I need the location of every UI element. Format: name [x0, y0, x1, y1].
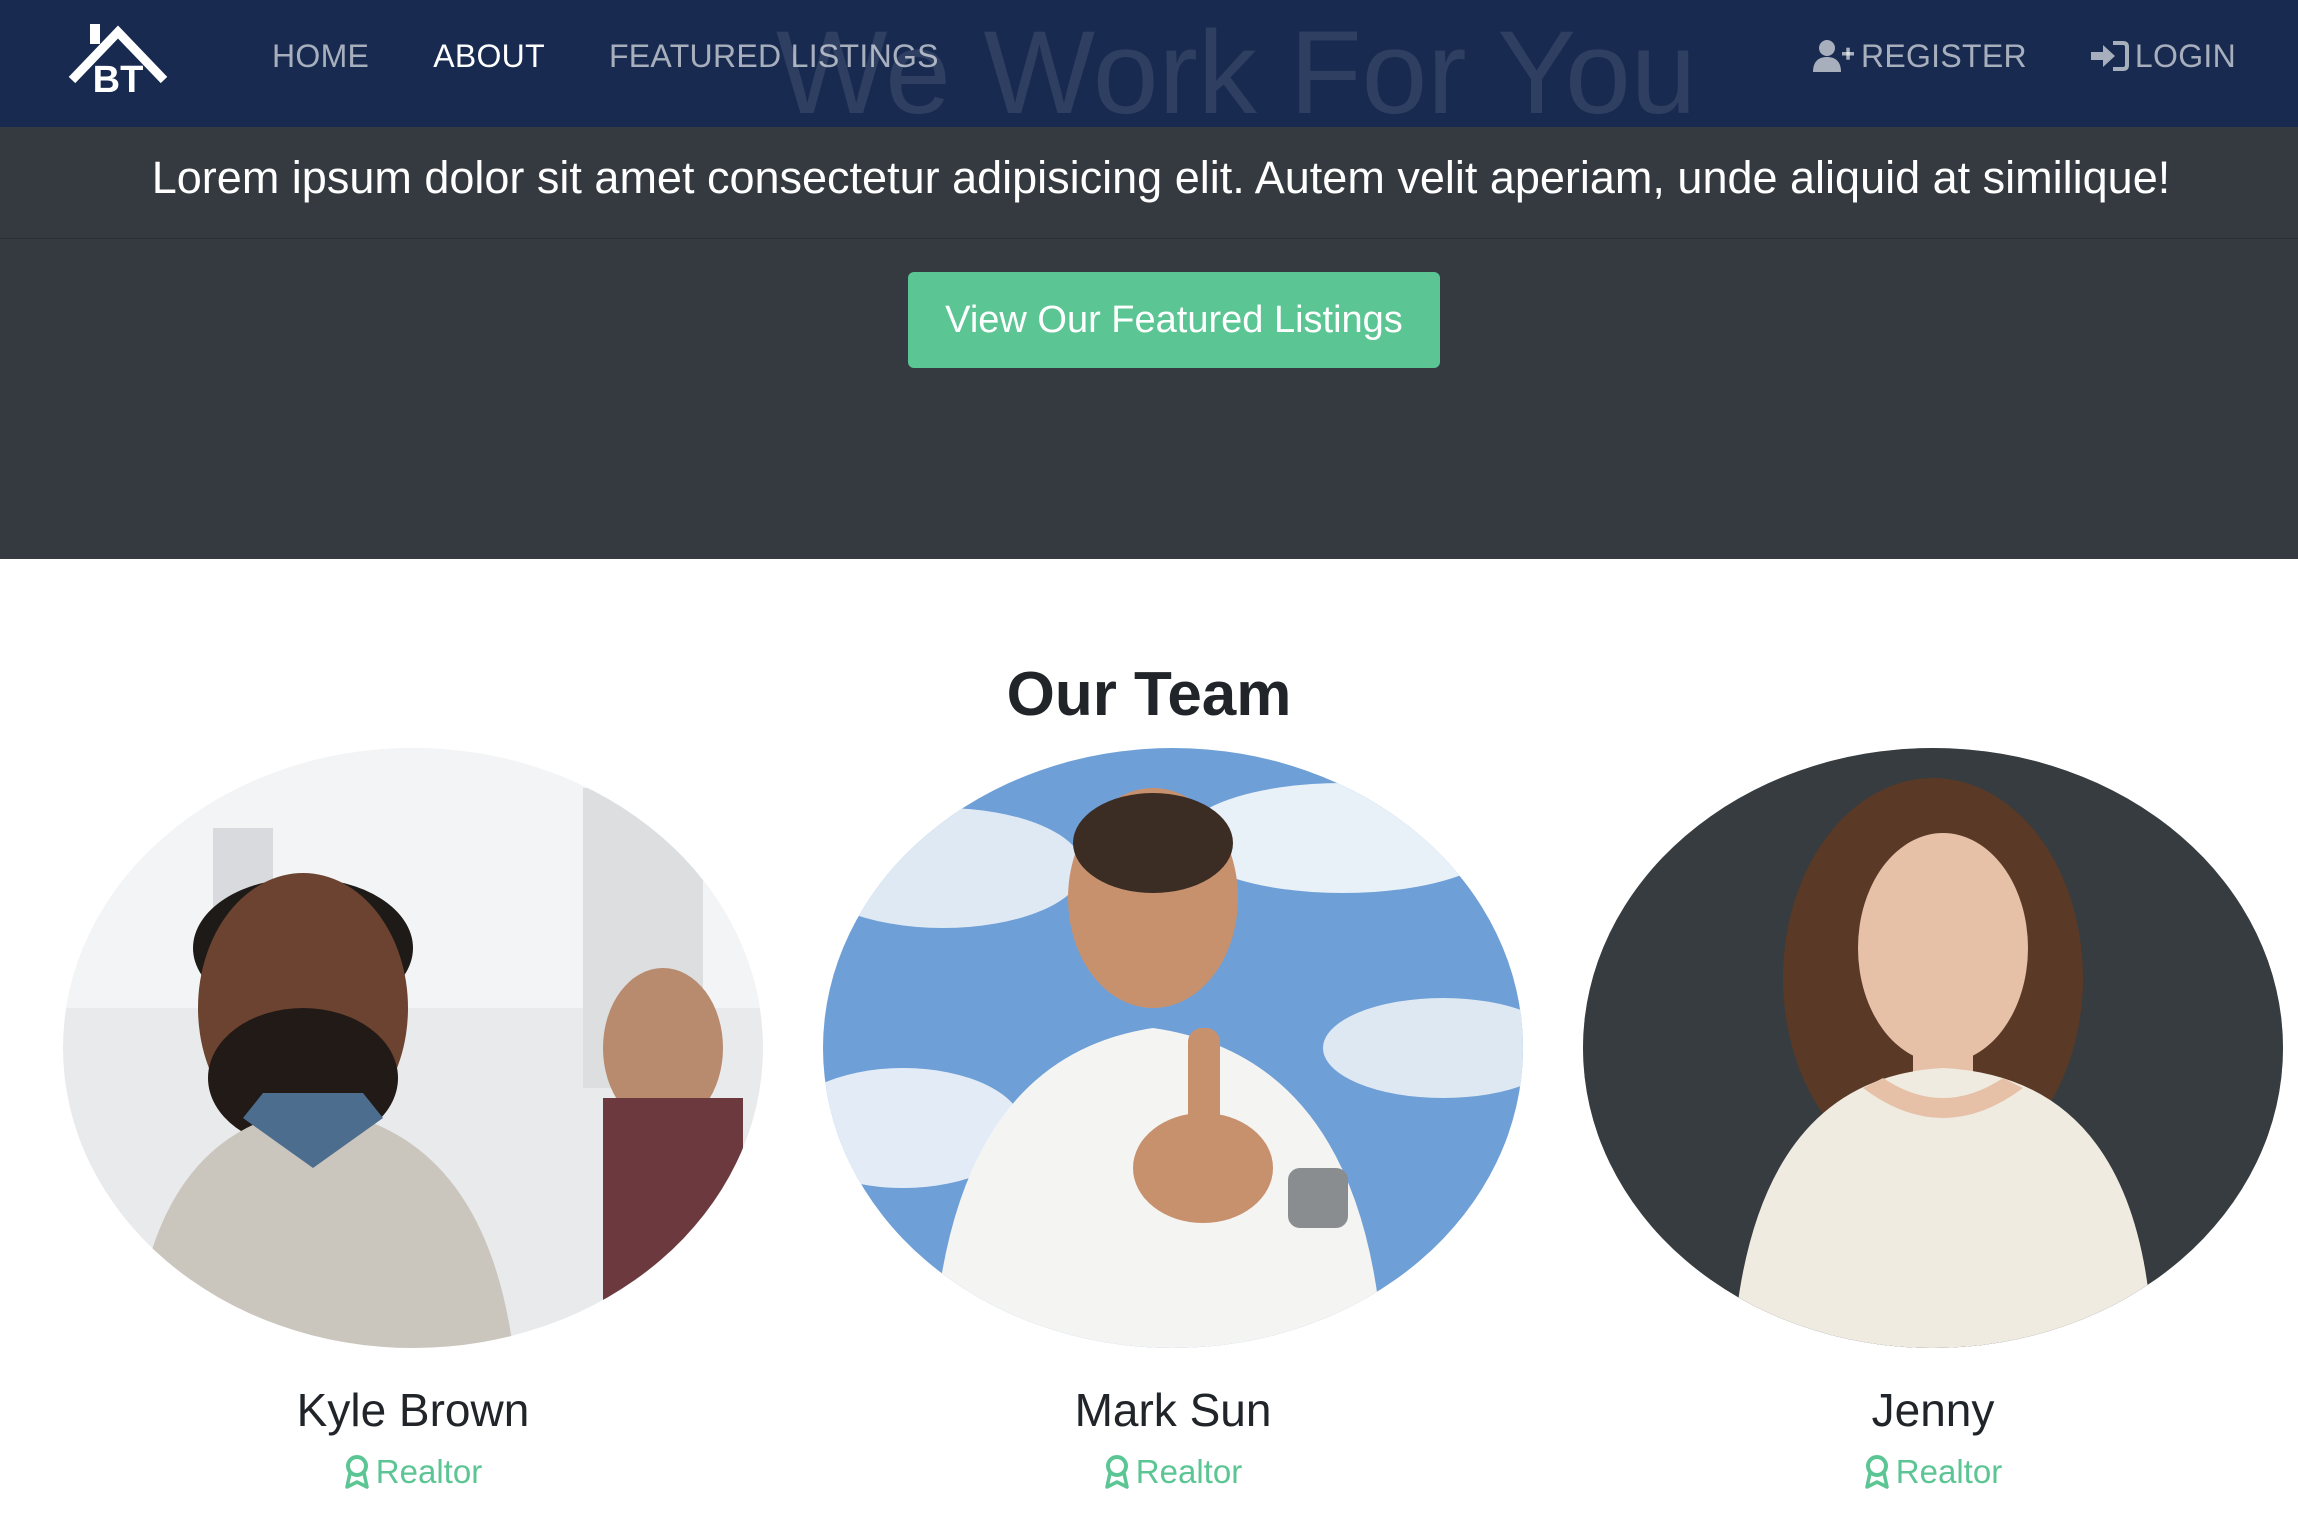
- view-featured-listings-button[interactable]: View Our Featured Listings: [908, 272, 1440, 368]
- member-name: Mark Sun: [1074, 1384, 1272, 1436]
- hero-lead-text: Lorem ipsum dolor sit amet consectetur a…: [151, 152, 2171, 203]
- member-photo: [63, 748, 763, 1348]
- login-link[interactable]: LOGIN: [2090, 36, 2236, 76]
- auth-nav: REGISTER LOGIN: [1812, 36, 2236, 76]
- team-heading: Our Team: [1006, 660, 1292, 729]
- svg-text:BT: BT: [93, 59, 144, 100]
- member-name: Kyle Brown: [296, 1384, 530, 1436]
- house-logo-icon: BT: [68, 24, 168, 100]
- member-role-label: Realtor: [375, 1453, 483, 1490]
- member-role: Realtor: [823, 1450, 1523, 1494]
- member-photo: [823, 748, 1523, 1348]
- member-role-label: Realtor: [1895, 1453, 2003, 1490]
- member-photo: [1583, 748, 2283, 1348]
- hero-lead-band: Lorem ipsum dolor sit amet consectetur a…: [0, 127, 2298, 239]
- sign-in-icon: [2090, 41, 2129, 71]
- brand-logo[interactable]: BT: [68, 10, 218, 100]
- portrait-image: [1583, 748, 2283, 1348]
- portrait-image: [63, 748, 763, 1348]
- navbar: We Work For You BT HOME ABOUT FEATURED L…: [0, 0, 2298, 127]
- login-label: LOGIN: [2134, 38, 2236, 74]
- member-name: Jenny: [1871, 1384, 1995, 1436]
- team-member-card: Mark Sun Realtor: [823, 748, 1523, 1494]
- main-nav: HOME ABOUT FEATURED LISTINGS: [272, 36, 939, 76]
- member-role: Realtor: [63, 1450, 763, 1494]
- member-role: Realtor: [1583, 1450, 2283, 1494]
- member-role-label: Realtor: [1135, 1453, 1243, 1490]
- award-icon: [1865, 1455, 1889, 1489]
- team-member-card: Kyle Brown Realtor: [63, 748, 763, 1494]
- portrait-image: [823, 748, 1523, 1348]
- award-icon: [1105, 1455, 1129, 1489]
- nav-link-featured-listings[interactable]: FEATURED LISTINGS: [609, 36, 939, 76]
- award-icon: [345, 1455, 369, 1489]
- register-label: REGISTER: [1860, 38, 2027, 74]
- hero-section: Lorem ipsum dolor sit amet consectetur a…: [0, 127, 2298, 559]
- nav-link-home[interactable]: HOME: [272, 36, 369, 76]
- team-member-card: Jenny Realtor: [1583, 748, 2283, 1494]
- user-plus-icon: [1812, 40, 1854, 72]
- nav-link-about[interactable]: ABOUT: [433, 36, 545, 76]
- register-link[interactable]: REGISTER: [1812, 36, 2027, 76]
